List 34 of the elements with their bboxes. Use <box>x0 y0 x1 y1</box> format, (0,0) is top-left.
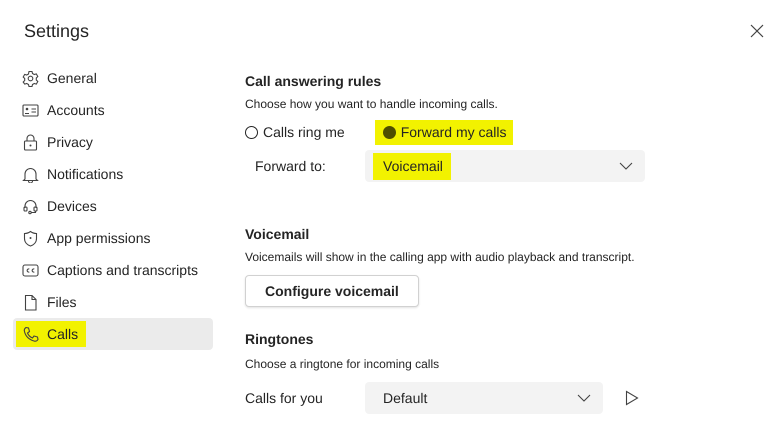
captions-icon <box>22 262 39 278</box>
gear-icon <box>22 70 39 86</box>
section-description: Voicemails will show in the calling app with audio playback and transcript. <box>245 249 636 266</box>
radio-option[interactable]: Calls ring me <box>245 120 351 144</box>
chevron-down-icon <box>577 394 591 402</box>
phone-icon <box>22 326 39 342</box>
configure-voicemail-button[interactable]: Configure voicemail <box>245 275 419 307</box>
window-title: Settings <box>24 20 90 43</box>
sidebar-item[interactable]: Devices <box>13 190 213 222</box>
sidebar-item[interactable]: Calls <box>13 318 213 350</box>
forward-dropdown[interactable]: Voicemail <box>365 150 645 182</box>
radio-option[interactable]: Forward my calls <box>374 120 512 144</box>
section-heading: Call answering rules <box>245 72 382 91</box>
sidebar-item[interactable]: Captions and transcripts <box>13 254 213 286</box>
lock-icon <box>22 134 39 150</box>
sidebar-item[interactable]: Accounts <box>13 94 213 126</box>
ringtone-dropdown[interactable]: Default <box>365 382 603 414</box>
section-heading: Voicemail <box>245 225 310 244</box>
id-card-icon <box>22 102 39 118</box>
sidebar-item[interactable]: App permissions <box>13 222 213 254</box>
field-label: Forward to: <box>254 156 327 176</box>
sidebar-item[interactable]: General <box>13 62 213 94</box>
shield-icon <box>22 230 39 246</box>
section-heading: Ringtones <box>245 330 314 349</box>
section-description: Choose how you want to handle incoming calls. <box>245 96 499 113</box>
chevron-down-icon <box>619 162 633 170</box>
headset-icon <box>22 198 39 214</box>
file-icon <box>22 294 39 310</box>
sidebar-item[interactable]: Notifications <box>13 158 213 190</box>
field-label: Calls for you <box>245 388 324 408</box>
sidebar-item[interactable]: Privacy <box>13 126 213 158</box>
section-description: Choose a ringtone for incoming calls <box>245 356 440 373</box>
bell-icon <box>22 166 39 182</box>
sidebar-item[interactable]: Files <box>13 286 213 318</box>
